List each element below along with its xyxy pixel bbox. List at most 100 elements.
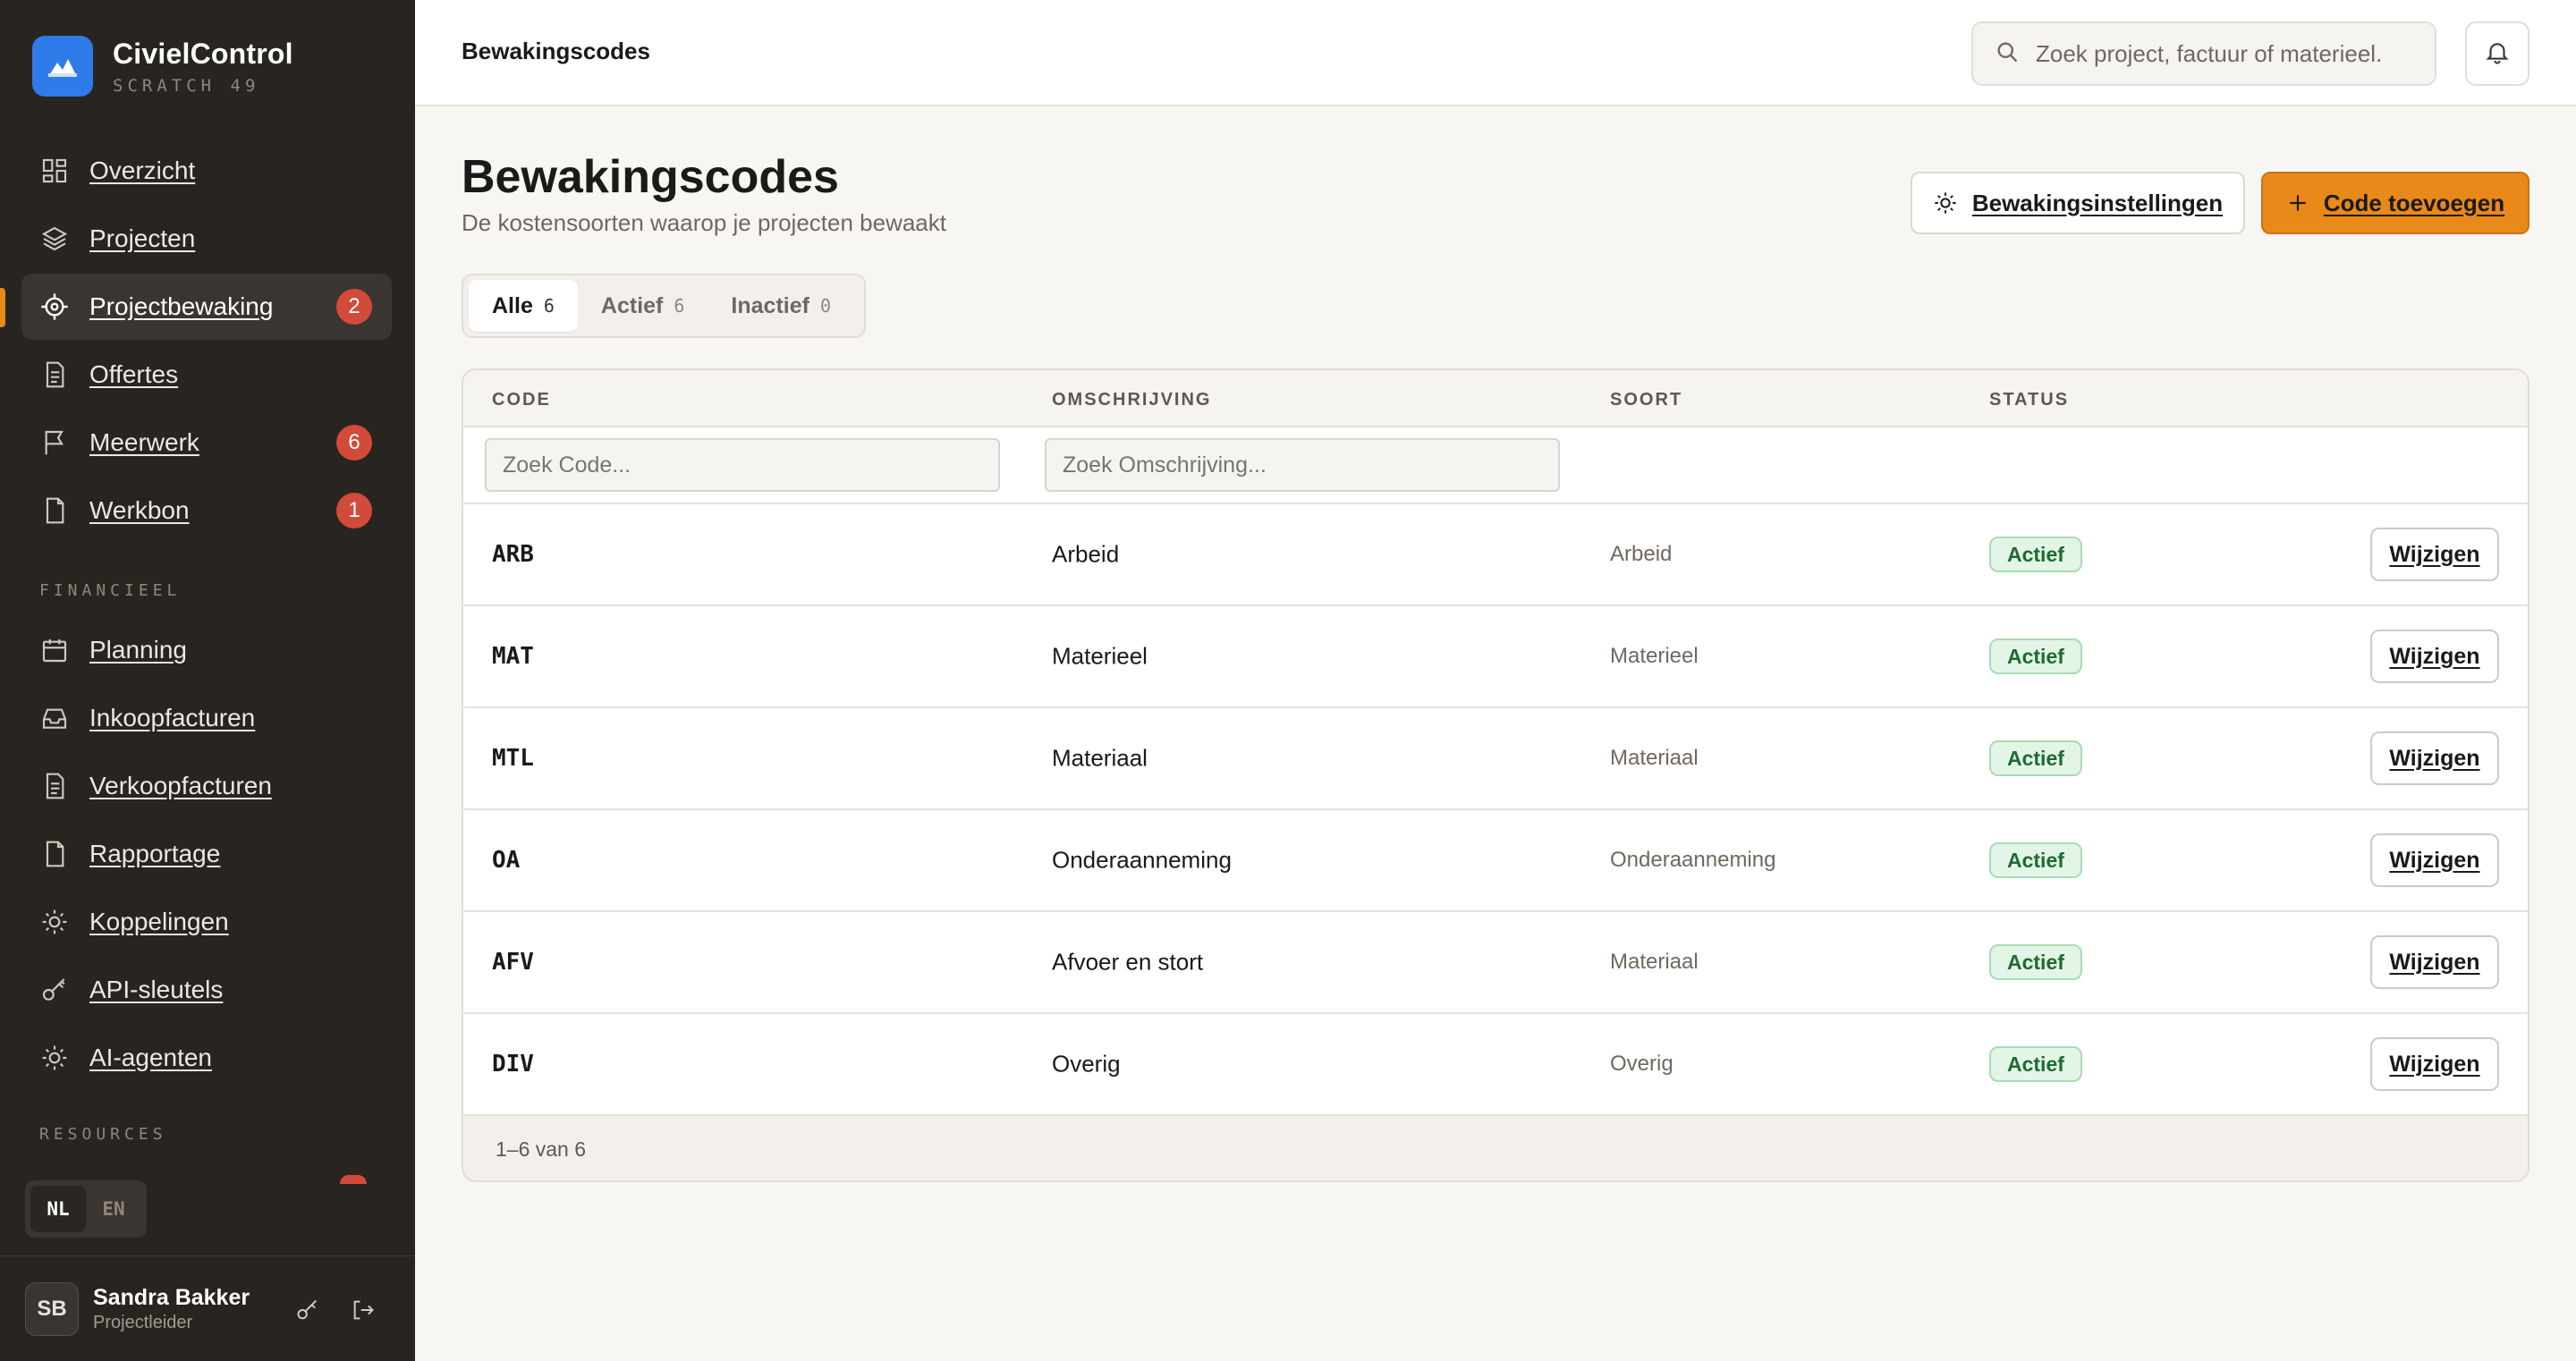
tab-count: 0 (819, 295, 831, 317)
column-header-status[interactable]: STATUS (1989, 390, 2069, 410)
description-cell: Onderaanneming (1052, 846, 1232, 874)
sidebar-item-rapportage[interactable]: Rapportage (21, 821, 392, 887)
search-icon (1995, 39, 2020, 69)
flag-icon (39, 427, 70, 458)
lang-en-button[interactable]: EN (86, 1186, 141, 1232)
sidebar-item-label: API-sleutels (89, 976, 224, 1003)
sidebar-item-label: Projectbewaking (89, 292, 274, 320)
table-header: CODE OMSCHRIJVING SOORT STATUS (463, 370, 2528, 427)
sun-icon (1933, 190, 1958, 216)
sidebar-item-ai-agenten[interactable]: AI-agenten (21, 1025, 392, 1091)
avatar[interactable]: SB (25, 1281, 79, 1336)
tab-count: 6 (674, 295, 685, 317)
kind-cell: Arbeid (1610, 542, 1673, 566)
top-bar: Bewakingscodes Zoek project, factuur of … (415, 0, 2576, 106)
status-badge: Actief (1989, 944, 2082, 980)
code-cell: OA (492, 847, 521, 874)
tab-count: 6 (543, 295, 555, 317)
sidebar-item-label: Verkoopfacturen (89, 772, 272, 799)
column-header-kind[interactable]: SOORT (1610, 390, 1682, 410)
key-icon[interactable] (293, 1296, 322, 1324)
sidebar-item-offertes[interactable]: Offertes (21, 342, 392, 408)
status-badge: Actief (1989, 638, 2082, 674)
tab-actief[interactable]: Actief 6 (578, 280, 708, 332)
logo-icon (32, 36, 93, 97)
edit-button[interactable]: Wijzigen (2370, 935, 2499, 989)
sun-icon (39, 1043, 70, 1073)
document-icon (39, 359, 70, 390)
search-placeholder: Zoek project, factuur of materieel. (2036, 39, 2383, 67)
edit-button[interactable]: Wijzigen (2370, 528, 2499, 581)
table-row: ARB Arbeid Arbeid Actief Wijzigen (463, 504, 2528, 606)
page-subtitle: De kostensoorten waarop je projecten bew… (462, 209, 946, 236)
kind-cell: Overig (1610, 1052, 1674, 1076)
sidebar-item-planning[interactable]: Planning (21, 617, 392, 683)
edit-button[interactable]: Wijzigen (2370, 833, 2499, 887)
notifications-button[interactable] (2465, 21, 2529, 86)
inbox-icon (39, 703, 70, 733)
description-cell: Overig (1052, 1050, 1121, 1078)
logout-icon[interactable] (349, 1296, 377, 1324)
column-header-description[interactable]: OMSCHRIJVING (1052, 390, 1211, 410)
search-input[interactable]: Zoek project, factuur of materieel. (1971, 21, 2436, 86)
code-cell: DIV (492, 1051, 534, 1078)
sidebar-item-werkbon[interactable]: Werkbon 1 (21, 478, 392, 544)
table-row: AFV Afvoer en stort Materiaal Actief Wij… (463, 912, 2528, 1014)
breadcrumb: Bewakingscodes (462, 38, 650, 64)
pagination-info: 1–6 van 6 (496, 1137, 587, 1161)
file-icon (39, 839, 70, 869)
financial-nav: Planning Inkoopfacturen Verkoopfacturen … (21, 617, 392, 1093)
monitoring-settings-button[interactable]: Bewakingsinstellingen (1911, 172, 2245, 234)
sidebar-item-api-sleutels[interactable]: API-sleutels (21, 957, 392, 1023)
sidebar-item-label: Overzicht (89, 156, 196, 184)
document-icon (39, 771, 70, 801)
add-code-button[interactable]: Code toevoegen (2261, 172, 2529, 234)
sidebar-item-meerwerk[interactable]: Meerwerk 6 (21, 410, 392, 476)
sidebar-item-label: Projecten (89, 224, 196, 252)
section-label-resources: RESOURCES (39, 1125, 167, 1144)
settings-button-label: Bewakingsinstellingen (1971, 189, 2224, 216)
sidebar-item-inkoopfacturen[interactable]: Inkoopfacturen (21, 685, 392, 751)
user-role: Projectleider (93, 1312, 193, 1332)
edit-button[interactable]: Wijzigen (2370, 630, 2499, 683)
kind-cell: Onderaanneming (1610, 848, 1776, 872)
sidebar-item-projectbewaking[interactable]: Projectbewaking 2 (21, 274, 392, 340)
add-button-label: Code toevoegen (2323, 189, 2505, 216)
code-cell: ARB (492, 541, 534, 568)
tab-alle[interactable]: Alle 6 (469, 280, 578, 332)
sidebar: CivielControl SCRATCH 49 Overzicht Proje… (0, 0, 415, 1361)
tab-inactief[interactable]: Inactief 0 (708, 280, 854, 332)
sidebar-item-verkoopfacturen[interactable]: Verkoopfacturen (21, 753, 392, 819)
sun-icon (39, 907, 70, 937)
description-filter-input[interactable] (1045, 438, 1560, 492)
kind-cell: Materiaal (1610, 950, 1699, 974)
code-filter-input[interactable] (485, 438, 1000, 492)
lang-nl-button[interactable]: NL (30, 1186, 86, 1232)
main-nav: Overzicht Projecten Projectbewaking 2 Of… (21, 138, 392, 545)
column-header-code[interactable]: CODE (492, 390, 551, 410)
edit-button[interactable]: Wijzigen (2370, 731, 2499, 785)
language-switcher[interactable]: NL EN (25, 1180, 147, 1238)
sidebar-item-label: Koppelingen (89, 908, 229, 935)
app-subtitle: SCRATCH 49 (113, 75, 260, 96)
brand[interactable]: CivielControl SCRATCH 49 (32, 36, 293, 97)
grid-icon (39, 156, 70, 186)
filter-row (463, 427, 2528, 504)
calendar-icon (39, 635, 70, 665)
table-footer: 1–6 van 6 (463, 1116, 2528, 1180)
sidebar-item-overzicht[interactable]: Overzicht (21, 138, 392, 204)
status-badge: Actief (1989, 842, 2082, 878)
sidebar-item-projecten[interactable]: Projecten (21, 206, 392, 272)
sidebar-item-label: Rapportage (89, 840, 221, 867)
edit-button[interactable]: Wijzigen (2370, 1037, 2499, 1091)
sidebar-item-label: Meerwerk (89, 428, 199, 456)
description-cell: Materiaal (1052, 744, 1148, 772)
crosshair-icon (39, 292, 70, 322)
file-icon (39, 495, 70, 526)
status-tabs: Alle 6 Actief 6 Inactief 0 (462, 274, 866, 338)
notification-badge: 2 (336, 289, 372, 325)
bell-icon (2484, 38, 2511, 70)
sidebar-item-koppelingen[interactable]: Koppelingen (21, 889, 392, 955)
sidebar-item-label: Inkoopfacturen (89, 704, 256, 731)
notification-badge-peek (340, 1175, 367, 1184)
